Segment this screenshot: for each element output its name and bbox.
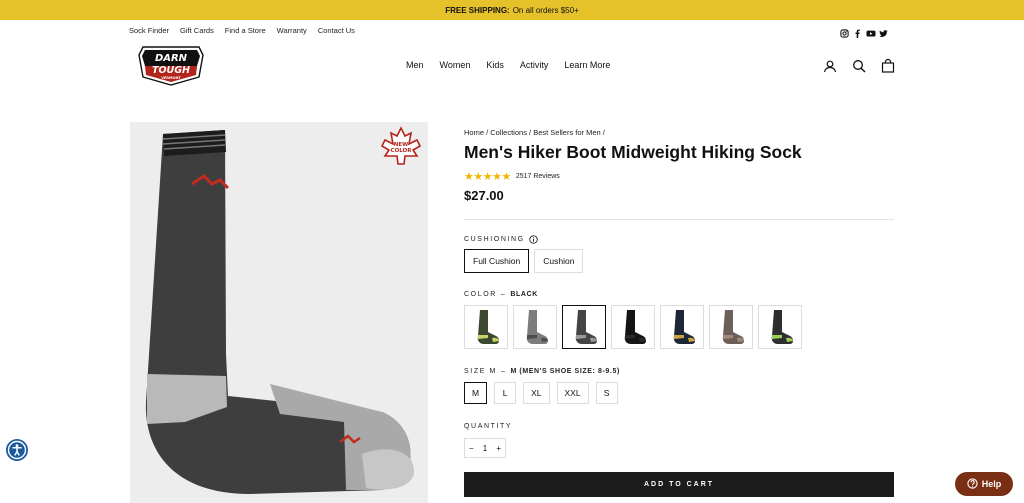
utility-nav: Sock Finder Gift Cards Find a Store Warr…	[129, 26, 355, 35]
color-swatch-black-solid[interactable]	[611, 305, 655, 349]
nav-learn-more[interactable]: Learn More	[564, 60, 610, 70]
social-links	[840, 25, 888, 38]
divider	[464, 219, 894, 220]
announcement-bold: FREE SHIPPING:	[445, 5, 510, 15]
color-label: COLOR – Black	[464, 291, 538, 298]
cart-icon[interactable]	[881, 58, 895, 73]
size-option-s[interactable]: S	[595, 382, 618, 404]
quantity-value[interactable]: 1	[483, 444, 487, 453]
quantity-decrease-button[interactable]: −	[469, 444, 474, 453]
nav-kids[interactable]: Kids	[486, 60, 504, 70]
utility-link-sock-finder[interactable]: Sock Finder	[129, 26, 169, 35]
product-image[interactable]	[130, 122, 428, 503]
sock-thumbnail-icon	[477, 310, 499, 344]
size-label: SIZE M – M (MEN'S SHOE SIZE: 8-9.5)	[464, 368, 620, 375]
color-swatch-green[interactable]	[464, 305, 508, 349]
quantity-stepper: − 1 +	[464, 438, 506, 458]
utility-link-warranty[interactable]: Warranty	[277, 26, 307, 35]
help-label: Help	[981, 479, 1002, 489]
youtube-icon[interactable]	[866, 25, 876, 37]
size-options: M L XL XXL S	[464, 382, 618, 404]
sock-thumbnail-icon	[722, 310, 744, 344]
new-color-badge: NEW COLOR	[377, 126, 425, 168]
sock-thumbnail-icon	[673, 310, 695, 344]
product-rating[interactable]: ★★★★★ 2517 Reviews	[464, 170, 560, 183]
nav-men[interactable]: Men	[406, 60, 424, 70]
info-icon[interactable]	[529, 235, 538, 244]
utility-link-contact[interactable]: Contact Us	[318, 26, 355, 35]
help-icon	[967, 477, 978, 491]
breadcrumb[interactable]: Home / Collections / Best Sellers for Me…	[464, 128, 605, 137]
quantity-increase-button[interactable]: +	[496, 444, 501, 453]
header-icons	[823, 58, 895, 73]
cushioning-label-text: CUSHIONING	[464, 236, 525, 243]
color-swatch-navy[interactable]	[660, 305, 704, 349]
color-swatch-black[interactable]	[562, 305, 606, 349]
color-label-text: COLOR	[464, 291, 497, 298]
logo-line3: VERMONT	[161, 76, 181, 80]
cushion-option-full[interactable]: Full Cushion	[464, 249, 530, 273]
size-label-text: SIZE M	[464, 368, 497, 375]
reviews-count[interactable]: 2517 Reviews	[516, 173, 560, 180]
size-option-m[interactable]: M	[464, 382, 488, 404]
quantity-label: QUANTITY	[464, 423, 512, 430]
color-swatch-taupe[interactable]	[709, 305, 753, 349]
cushioning-options: Full Cushion Cushion	[464, 249, 584, 273]
quantity-label-text: QUANTITY	[464, 423, 513, 430]
utility-link-gift-cards[interactable]: Gift Cards	[180, 26, 214, 35]
size-detail: M (MEN'S SHOE SIZE: 8-9.5)	[510, 368, 620, 375]
color-selected: Black	[510, 291, 538, 298]
size-label-sep: –	[500, 368, 507, 375]
color-swatch-charcoal[interactable]	[758, 305, 802, 349]
product-price: $27.00	[464, 188, 504, 203]
logo-line2: TOUGH	[152, 65, 190, 76]
sock-thumbnail-icon	[624, 310, 646, 344]
badge-line2: COLOR	[391, 148, 413, 154]
announcement-text: On all orders $50+	[512, 5, 579, 15]
main-nav: Men Women Kids Activity Learn More	[406, 60, 610, 70]
logo-line1: DARN	[155, 53, 188, 64]
nav-women[interactable]: Women	[440, 60, 471, 70]
cushion-option-cushion[interactable]: Cushion	[534, 249, 584, 273]
account-icon[interactable]	[823, 59, 837, 73]
color-label-sep: –	[500, 291, 507, 298]
color-swatches	[464, 305, 802, 349]
twitter-icon[interactable]	[879, 25, 888, 37]
size-option-xxl[interactable]: XXL	[556, 382, 589, 404]
add-to-cart-button[interactable]: ADD TO CART	[464, 472, 894, 497]
utility-link-find-store[interactable]: Find a Store	[225, 26, 266, 35]
cushioning-label: CUSHIONING	[464, 235, 538, 244]
sock-thumbnail-icon	[771, 310, 793, 344]
accessibility-icon[interactable]	[6, 439, 28, 461]
search-icon[interactable]	[852, 59, 866, 73]
nav-activity[interactable]: Activity	[520, 60, 549, 70]
sock-thumbnail-icon	[526, 310, 548, 344]
facebook-icon[interactable]	[853, 25, 862, 38]
color-swatch-gray[interactable]	[513, 305, 557, 349]
instagram-icon[interactable]	[840, 25, 849, 38]
size-option-xl[interactable]: XL	[523, 382, 550, 404]
size-option-l[interactable]: L	[494, 382, 517, 404]
star-rating-icon: ★★★★★	[464, 171, 511, 183]
help-button[interactable]: Help	[955, 472, 1013, 496]
sock-thumbnail-icon	[575, 310, 597, 344]
brand-logo[interactable]: DARN TOUGH VERMONT	[137, 45, 205, 87]
announcement-bar: FREE SHIPPING: On all orders $50+	[0, 0, 1024, 20]
product-title: Men's Hiker Boot Midweight Hiking Sock	[464, 142, 802, 162]
